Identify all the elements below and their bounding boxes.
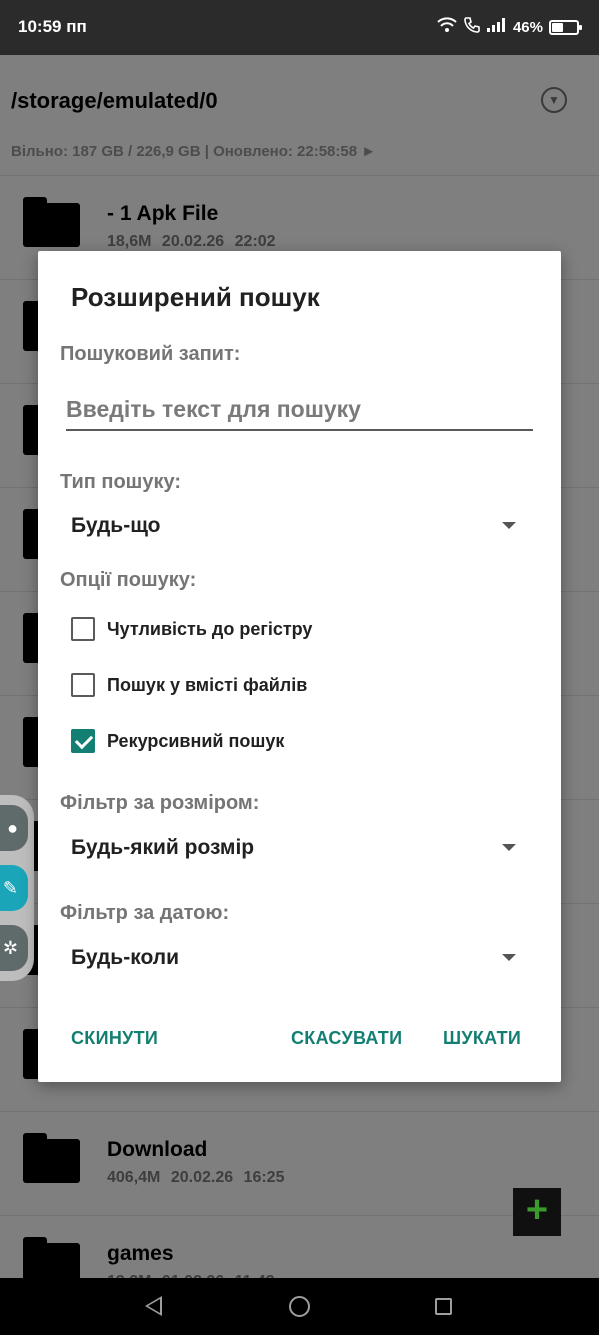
dialog-title: Розширений пошук bbox=[71, 282, 320, 312]
content-search-checkbox[interactable] bbox=[71, 673, 95, 697]
file-name: games bbox=[107, 1242, 174, 1265]
pin-tool-icon[interactable]: ✎ bbox=[0, 865, 28, 911]
folder-icon bbox=[23, 197, 80, 247]
recursive-search-label: Рекурсивний пошук bbox=[107, 730, 285, 751]
advanced-search-dialog: Розширений пошук Пошуковий запит: Тип по… bbox=[38, 251, 561, 1082]
dropdown-icon[interactable]: ▼ bbox=[541, 87, 567, 113]
brightness-tool-icon[interactable]: ✲ bbox=[0, 925, 28, 971]
date-filter-label: Фільтр за датою: bbox=[60, 902, 230, 924]
date-filter-value: Будь-коли bbox=[71, 946, 179, 969]
back-icon[interactable] bbox=[145, 1296, 162, 1316]
recursive-search-checkbox[interactable] bbox=[71, 729, 95, 753]
case-sensitive-checkbox[interactable] bbox=[71, 617, 95, 641]
size-filter-label: Фільтр за розміром: bbox=[60, 792, 260, 814]
content-search-label: Пошук у вмісті файлів bbox=[107, 674, 308, 695]
storage-info: Вільно: 187 GB / 226,9 GB | Оновлено: 22… bbox=[11, 143, 377, 160]
reset-button[interactable]: СКИНУТИ bbox=[71, 1028, 158, 1049]
side-toolbar: ● ✎ ✲ bbox=[0, 795, 34, 981]
recursive-search-option[interactable]: Рекурсивний пошук bbox=[71, 726, 284, 756]
file-name: - 1 Apk File bbox=[107, 202, 219, 225]
search-type-label: Тип пошуку: bbox=[60, 471, 182, 493]
content-search-option[interactable]: Пошук у вмісті файлів bbox=[71, 670, 307, 700]
file-size: 406,4M bbox=[107, 1169, 161, 1186]
file-meta: 18,6M 20.02.26 22:02 bbox=[107, 233, 276, 251]
add-button[interactable]: + bbox=[513, 1188, 561, 1236]
file-date: 20.02.26 16:25 bbox=[170, 1169, 285, 1186]
home-icon[interactable] bbox=[289, 1296, 310, 1317]
battery-percent: 46% bbox=[512, 18, 543, 36]
search-query-input[interactable] bbox=[66, 393, 533, 431]
recent-apps-icon[interactable] bbox=[435, 1298, 452, 1315]
file-meta: 406,4M 20.02.26 16:25 bbox=[107, 1169, 284, 1187]
battery-icon bbox=[549, 19, 582, 35]
file-name: Download bbox=[107, 1138, 208, 1161]
search-button[interactable]: ШУКАТИ bbox=[443, 1028, 521, 1049]
query-label: Пошуковий запит: bbox=[60, 343, 241, 365]
search-type-select[interactable]: Будь-що bbox=[71, 510, 516, 542]
file-list-item[interactable]: Download 406,4M 20.02.26 16:25 bbox=[0, 1111, 599, 1215]
file-size: 18,6M bbox=[107, 233, 152, 250]
search-type-value: Будь-що bbox=[71, 514, 161, 537]
cancel-button[interactable]: СКАСУВАТИ bbox=[291, 1028, 402, 1049]
case-sensitive-label: Чутливість до регістру bbox=[107, 618, 313, 639]
size-filter-select[interactable]: Будь-який розмір bbox=[71, 832, 516, 864]
battery-fill bbox=[552, 22, 563, 32]
wifi-call-icon bbox=[463, 16, 481, 38]
dropdown-arrow-icon bbox=[502, 522, 516, 529]
signal-icon bbox=[486, 18, 507, 36]
dropdown-arrow-icon bbox=[502, 954, 516, 961]
search-options-label: Опції пошуку: bbox=[60, 569, 197, 591]
status-icons: 46% bbox=[437, 16, 582, 38]
navigation-bar bbox=[0, 1278, 599, 1335]
case-sensitive-option[interactable]: Чутливість до регістру bbox=[71, 614, 312, 644]
file-date: 20.02.26 22:02 bbox=[161, 233, 276, 250]
circle-tool-icon[interactable]: ● bbox=[0, 805, 28, 851]
status-time: 10:59 пп bbox=[18, 17, 87, 36]
date-filter-select[interactable]: Будь-коли bbox=[71, 942, 516, 974]
current-path: /storage/emulated/0 bbox=[11, 88, 218, 113]
size-filter-value: Будь-який розмір bbox=[71, 836, 255, 859]
folder-icon bbox=[23, 1133, 80, 1183]
dropdown-arrow-icon bbox=[502, 844, 516, 851]
wifi-icon bbox=[437, 17, 457, 37]
status-bar: 10:59 пп 46% bbox=[0, 0, 599, 55]
